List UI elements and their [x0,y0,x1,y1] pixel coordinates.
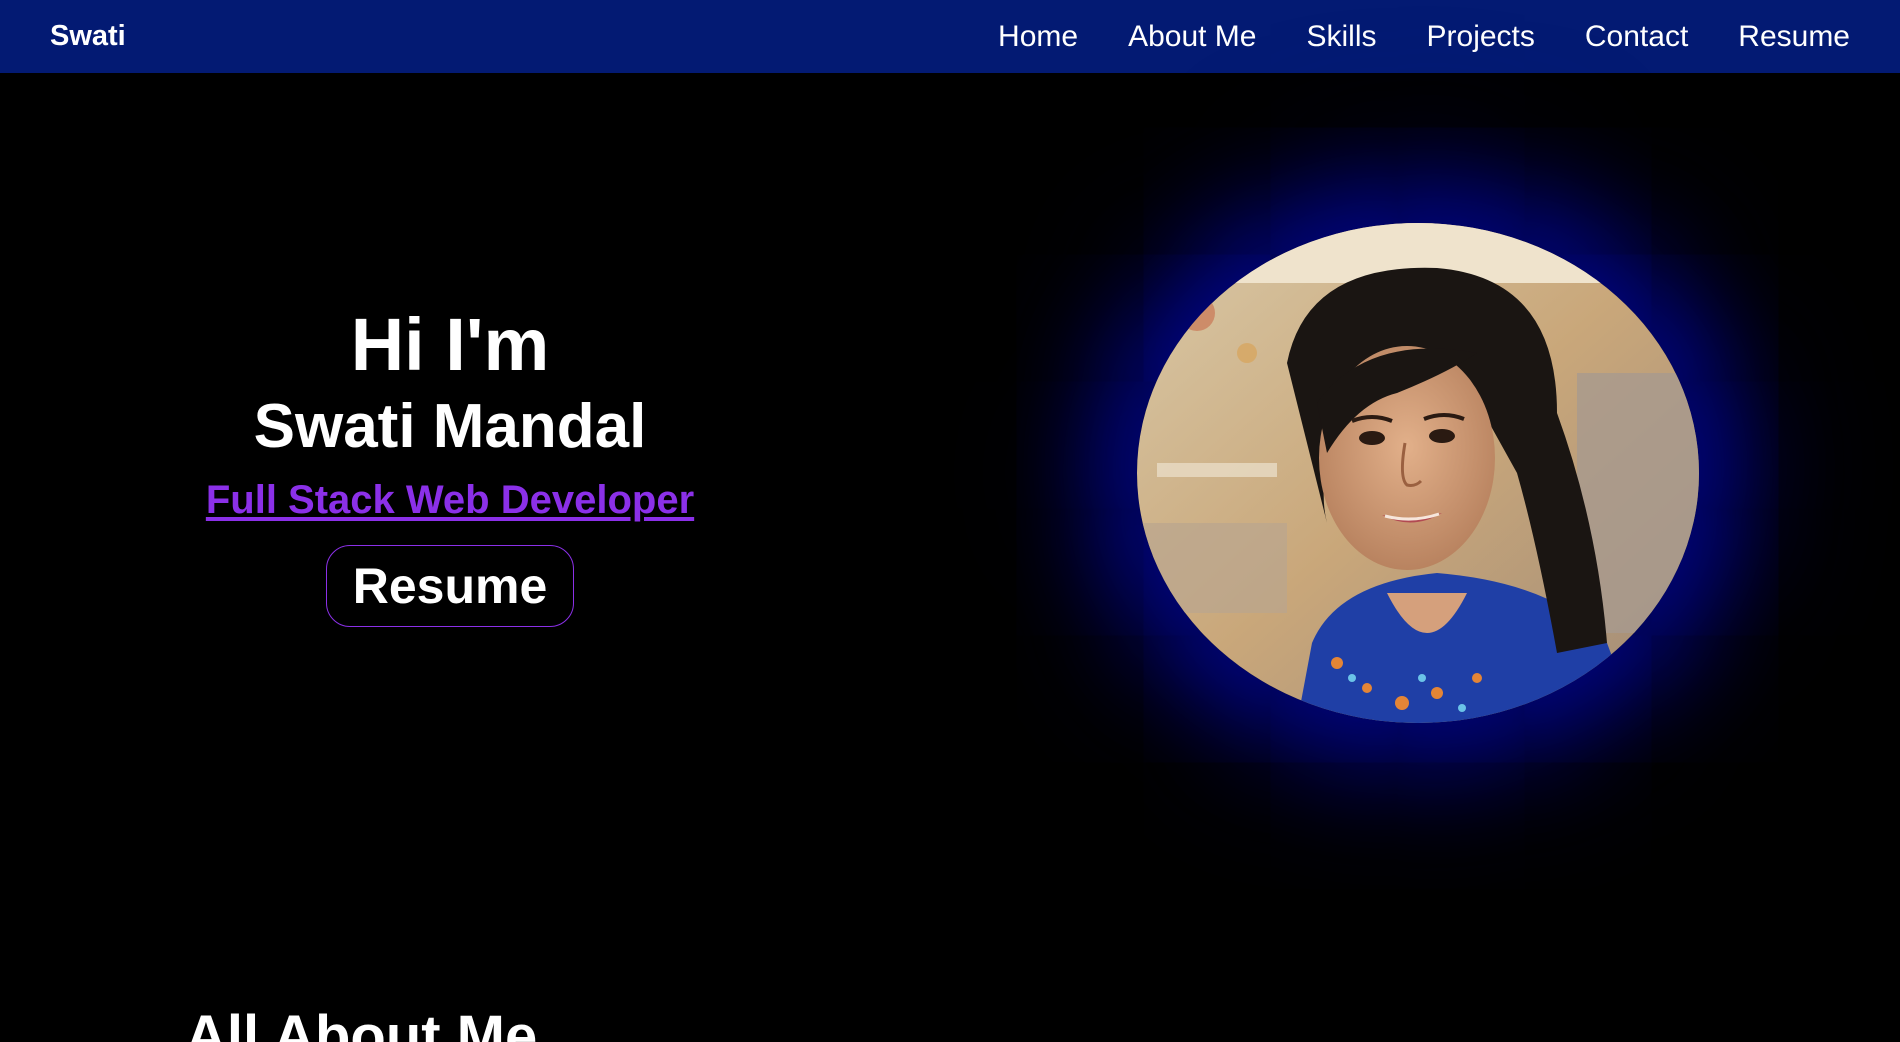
top-navbar: Swati Home About Me Skills Projects Cont… [0,0,1900,73]
nav-link-about-me[interactable]: About Me [1128,20,1256,54]
nav-links: Home About Me Skills Projects Contact Re… [998,0,1850,73]
nav-link-projects[interactable]: Projects [1427,20,1535,54]
nav-link-skills[interactable]: Skills [1307,20,1377,54]
hero-intro: Hi I'm Swati Mandal Full Stack Web Devel… [150,300,750,627]
nav-link-home[interactable]: Home [998,20,1078,54]
nav-link-resume[interactable]: Resume [1738,20,1850,54]
profile-photo-image [1137,223,1699,723]
hero-greeting: Hi I'm [350,303,550,386]
brand-logo-link[interactable]: Swati [50,0,126,73]
about-section-title: All About Me [185,1004,538,1042]
portfolio-page: Swati Home About Me Skills Projects Cont… [0,0,1900,1042]
hero-name: Swati Mandal [253,392,647,461]
resume-button[interactable]: Resume [325,545,575,627]
profile-photo [1137,223,1699,723]
nav-link-contact[interactable]: Contact [1585,20,1688,54]
hero-role-link[interactable]: Full Stack Web Developer [206,478,694,523]
